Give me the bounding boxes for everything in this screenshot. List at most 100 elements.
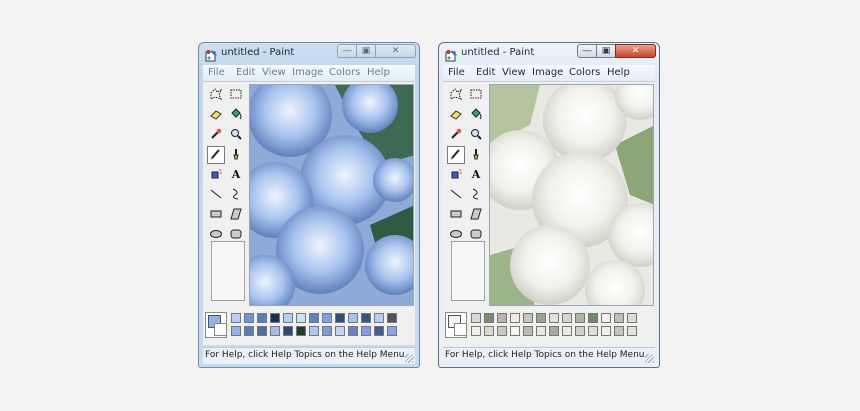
tool-options-box[interactable] bbox=[211, 241, 245, 301]
palette-swatch[interactable] bbox=[361, 326, 371, 336]
palette-swatch[interactable] bbox=[270, 326, 280, 336]
palette-swatch[interactable] bbox=[627, 326, 637, 336]
free-form-select-tool[interactable] bbox=[447, 86, 465, 104]
magnifier-tool[interactable] bbox=[467, 126, 485, 144]
fill-tool[interactable] bbox=[467, 106, 485, 124]
palette-swatch[interactable] bbox=[283, 313, 293, 323]
palette-swatch[interactable] bbox=[270, 313, 280, 323]
menu-help[interactable]: Help bbox=[367, 67, 390, 78]
fill-tool[interactable] bbox=[227, 106, 245, 124]
drawing-canvas[interactable] bbox=[249, 84, 414, 306]
text-tool[interactable]: A bbox=[467, 166, 485, 184]
brush-tool[interactable] bbox=[227, 146, 245, 164]
palette-swatch[interactable] bbox=[614, 313, 624, 323]
palette-swatch[interactable] bbox=[231, 313, 241, 323]
palette-swatch[interactable] bbox=[575, 313, 585, 323]
palette-swatch[interactable] bbox=[335, 313, 345, 323]
palette-swatch[interactable] bbox=[601, 313, 611, 323]
polygon-tool[interactable] bbox=[467, 206, 485, 224]
palette-swatch[interactable] bbox=[361, 313, 371, 323]
palette-swatch[interactable] bbox=[484, 313, 494, 323]
menu-view[interactable]: View bbox=[502, 67, 526, 78]
rect-select-tool[interactable] bbox=[467, 86, 485, 104]
color-picker-tool[interactable] bbox=[447, 126, 465, 144]
brush-tool[interactable] bbox=[467, 146, 485, 164]
palette-swatch[interactable] bbox=[614, 326, 624, 336]
close-button[interactable]: ✕ bbox=[615, 44, 656, 58]
palette-swatch[interactable] bbox=[322, 326, 332, 336]
palette-swatch[interactable] bbox=[627, 313, 637, 323]
palette-swatch[interactable] bbox=[549, 326, 559, 336]
palette-swatch[interactable] bbox=[244, 326, 254, 336]
maximize-button[interactable]: ▣ bbox=[356, 44, 376, 58]
palette-swatch[interactable] bbox=[471, 326, 481, 336]
palette-swatch[interactable] bbox=[510, 326, 520, 336]
drawing-canvas[interactable] bbox=[489, 84, 654, 306]
paint-window-right[interactable]: untitled - Paint ― ▣ ✕ File Edit View Im… bbox=[438, 42, 660, 368]
title-bar[interactable]: untitled - Paint ― ▣ ✕ bbox=[199, 43, 419, 65]
line-tool[interactable] bbox=[447, 186, 465, 204]
palette-swatch[interactable] bbox=[523, 326, 533, 336]
palette-swatch[interactable] bbox=[588, 326, 598, 336]
palette-swatch[interactable] bbox=[335, 326, 345, 336]
menu-file[interactable]: File bbox=[208, 67, 225, 78]
palette-swatch[interactable] bbox=[296, 326, 306, 336]
menu-image[interactable]: Image bbox=[292, 67, 323, 78]
palette-swatch[interactable] bbox=[471, 313, 481, 323]
palette-swatch[interactable] bbox=[348, 313, 358, 323]
magnifier-tool[interactable] bbox=[227, 126, 245, 144]
rectangle-tool[interactable] bbox=[447, 206, 465, 224]
menu-help[interactable]: Help bbox=[607, 67, 630, 78]
palette-swatch[interactable] bbox=[244, 313, 254, 323]
airbrush-tool[interactable] bbox=[447, 166, 465, 184]
rect-select-tool[interactable] bbox=[227, 86, 245, 104]
text-tool[interactable]: A bbox=[227, 166, 245, 184]
palette-swatch[interactable] bbox=[374, 313, 384, 323]
eraser-tool[interactable] bbox=[207, 106, 225, 124]
palette-swatch[interactable] bbox=[601, 326, 611, 336]
palette-swatch[interactable] bbox=[575, 326, 585, 336]
current-colors[interactable] bbox=[445, 312, 467, 338]
palette-swatch[interactable] bbox=[562, 326, 572, 336]
airbrush-tool[interactable] bbox=[207, 166, 225, 184]
eraser-tool[interactable] bbox=[447, 106, 465, 124]
minimize-button[interactable]: ― bbox=[337, 44, 357, 58]
color-picker-tool[interactable] bbox=[207, 126, 225, 144]
palette-swatch[interactable] bbox=[497, 326, 507, 336]
palette-swatch[interactable] bbox=[322, 313, 332, 323]
line-tool[interactable] bbox=[207, 186, 225, 204]
palette-swatch[interactable] bbox=[562, 313, 572, 323]
palette-swatch[interactable] bbox=[497, 313, 507, 323]
pencil-tool[interactable] bbox=[447, 146, 465, 164]
palette-swatch[interactable] bbox=[231, 326, 241, 336]
palette-swatch[interactable] bbox=[309, 326, 319, 336]
menu-edit[interactable]: Edit bbox=[236, 67, 255, 78]
palette-swatch[interactable] bbox=[309, 313, 319, 323]
minimize-button[interactable]: ― bbox=[577, 44, 597, 58]
current-colors[interactable] bbox=[205, 312, 227, 338]
palette-swatch[interactable] bbox=[549, 313, 559, 323]
rectangle-tool[interactable] bbox=[207, 206, 225, 224]
paint-window-left[interactable]: untitled - Paint ― ▣ ✕ File Edit View Im… bbox=[198, 42, 420, 368]
palette-swatch[interactable] bbox=[257, 326, 267, 336]
palette-swatch[interactable] bbox=[523, 313, 533, 323]
title-bar[interactable]: untitled - Paint ― ▣ ✕ bbox=[439, 43, 659, 65]
palette-swatch[interactable] bbox=[588, 313, 598, 323]
free-form-select-tool[interactable] bbox=[207, 86, 225, 104]
close-button[interactable]: ✕ bbox=[375, 44, 416, 58]
palette-swatch[interactable] bbox=[296, 313, 306, 323]
menu-file[interactable]: File bbox=[448, 67, 465, 78]
palette-swatch[interactable] bbox=[536, 326, 546, 336]
menu-colors[interactable]: Colors bbox=[329, 67, 360, 78]
palette-swatch[interactable] bbox=[387, 313, 397, 323]
menu-image[interactable]: Image bbox=[532, 67, 563, 78]
palette-swatch[interactable] bbox=[283, 326, 293, 336]
resize-grip[interactable] bbox=[405, 354, 414, 363]
palette-swatch[interactable] bbox=[348, 326, 358, 336]
polygon-tool[interactable] bbox=[227, 206, 245, 224]
tool-options-box[interactable] bbox=[451, 241, 485, 301]
palette-swatch[interactable] bbox=[257, 313, 267, 323]
menu-view[interactable]: View bbox=[262, 67, 286, 78]
palette-swatch[interactable] bbox=[510, 313, 520, 323]
pencil-tool[interactable] bbox=[207, 146, 225, 164]
